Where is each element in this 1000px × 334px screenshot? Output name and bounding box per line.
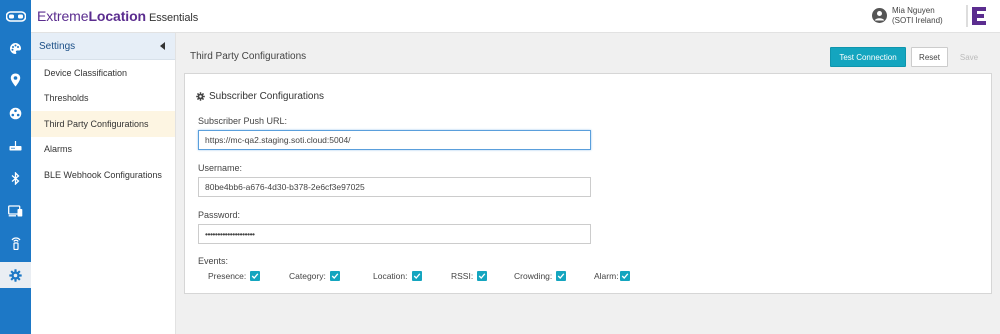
events-label: Events:	[198, 256, 229, 266]
event-alarm: Alarm:	[594, 271, 630, 281]
user-info[interactable]: Mia Nguyen (SOTI Ireland)	[892, 6, 943, 26]
event-presence: Presence:	[208, 271, 261, 281]
extreme-logo-icon	[966, 5, 986, 27]
user-org: (SOTI Ireland)	[892, 16, 943, 25]
password-label: Password:	[198, 210, 241, 220]
alarm-checkbox[interactable]	[619, 271, 630, 281]
top-header: ExtremeLocation Essentials Mia Nguyen (SO…	[0, 0, 1000, 33]
test-connection-button[interactable]: Test Connection	[830, 47, 906, 67]
event-label: Presence:	[208, 271, 247, 281]
brand-subtitle: Essentials	[148, 12, 199, 24]
crowding-checkbox[interactable]	[556, 271, 567, 281]
rail-item-settings[interactable]	[0, 262, 31, 288]
brand-title: ExtremeLocation Essentials	[37, 8, 198, 24]
panel-title: Subscriber Configurations	[196, 91, 324, 102]
push-url-label: Subscriber Push URL:	[198, 116, 288, 126]
checkmark-icon	[331, 273, 339, 279]
events-row: Presence: Category: Location: RSSI: Crow…	[198, 271, 978, 283]
subscriber-config-panel: Subscriber Configurations Subscriber Pus…	[184, 73, 992, 294]
checkmark-icon	[621, 273, 628, 279]
event-location: Location:	[373, 271, 422, 281]
password-input[interactable]: ••••••••••••••••••••	[198, 224, 591, 244]
panel-title-text: Subscriber Configurations	[209, 91, 325, 102]
push-url-input[interactable]: https://mc-qa2.staging.soti.cloud:5004/	[198, 130, 591, 150]
rssi-checkbox[interactable]	[477, 271, 488, 281]
rail-item-devices[interactable]	[0, 198, 31, 224]
brand-bold: Location	[88, 8, 146, 24]
submenu-item-third-party-configurations[interactable]: Third Party Configurations	[31, 111, 175, 137]
gear-icon	[196, 92, 205, 101]
page-title: Third Party Configurations	[190, 51, 307, 62]
location-checkbox[interactable]	[411, 271, 422, 281]
rail-item-bluetooth[interactable]	[0, 165, 31, 191]
brand-light: Extreme	[37, 8, 89, 24]
presence-checkbox[interactable]	[250, 271, 261, 281]
checkmark-icon	[558, 273, 565, 279]
network-icon	[9, 107, 22, 119]
checkmark-icon	[252, 273, 259, 279]
submenu-item-device-classification[interactable]: Device Classification	[31, 60, 175, 86]
settings-submenu: Settings Device Classification Threshold…	[31, 33, 176, 334]
event-label: Crowding:	[514, 271, 553, 281]
checkmark-icon	[413, 273, 420, 279]
reset-button[interactable]: Reset	[911, 47, 948, 67]
checkmark-icon	[478, 273, 486, 279]
event-crowding: Crowding:	[514, 271, 567, 281]
bluetooth-icon	[11, 171, 20, 185]
devices-icon	[8, 205, 23, 217]
username-label: Username:	[198, 163, 243, 173]
rail-item-beacons[interactable]	[0, 230, 31, 256]
username-input[interactable]: 80be4bb6-a676-4d30-b378-2e6cf3e97025	[198, 177, 591, 197]
app-logo[interactable]	[0, 0, 31, 33]
location-pin-icon	[10, 73, 21, 87]
submenu-item-ble-webhook-configurations[interactable]: BLE Webhook Configurations	[31, 162, 175, 188]
event-label: Alarm:	[594, 271, 619, 281]
gear-icon	[9, 268, 22, 282]
main-content: Third Party Configurations Test Connecti…	[176, 33, 1000, 334]
submenu-header[interactable]: Settings	[31, 33, 175, 60]
event-label: Category:	[289, 271, 326, 281]
event-rssi: RSSI:	[451, 271, 488, 281]
rail-item-access-points[interactable]	[0, 133, 31, 159]
beacon-icon	[11, 237, 20, 250]
user-avatar-icon[interactable]	[872, 8, 887, 23]
submenu-item-thresholds[interactable]: Thresholds	[31, 86, 175, 112]
collapse-caret-icon[interactable]	[160, 42, 165, 50]
event-category: Category:	[289, 271, 340, 281]
rail-item-locations[interactable]	[0, 67, 31, 93]
submenu-item-alarms[interactable]: Alarms	[31, 137, 175, 163]
person-icon	[875, 11, 884, 21]
submenu-title: Settings	[39, 40, 76, 52]
goggles-logo-icon	[5, 10, 26, 22]
user-name: Mia Nguyen	[892, 6, 935, 15]
rail-item-network[interactable]	[0, 100, 31, 126]
palette-icon	[10, 42, 21, 54]
event-label: RSSI:	[451, 271, 474, 281]
save-button[interactable]: Save	[954, 47, 984, 67]
nav-rail	[0, 33, 31, 334]
category-checkbox[interactable]	[329, 271, 340, 281]
rail-item-dashboard[interactable]	[0, 35, 31, 61]
event-label: Location:	[373, 271, 408, 281]
router-icon	[9, 141, 22, 151]
